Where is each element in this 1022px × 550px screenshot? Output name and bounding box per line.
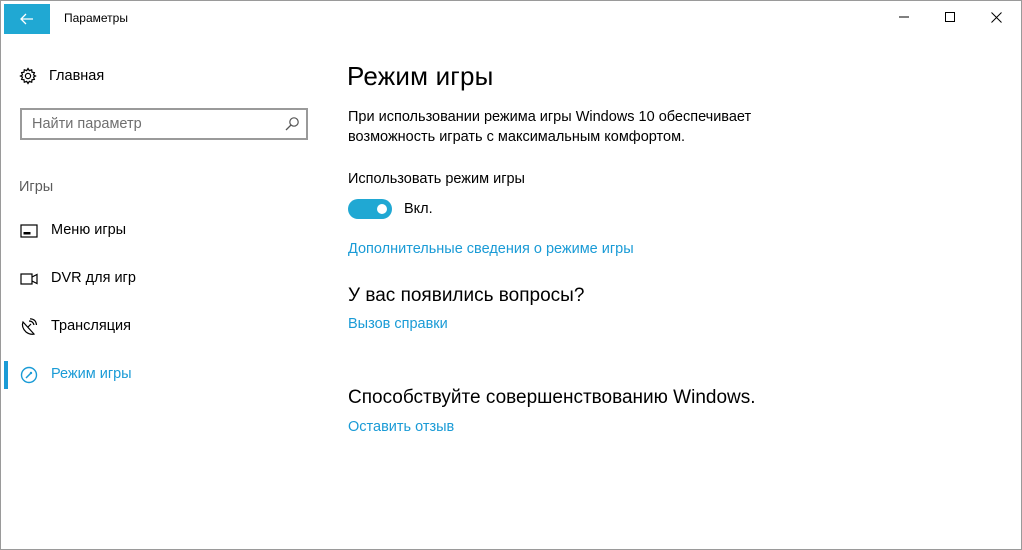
maximize-icon <box>945 12 955 22</box>
game-mode-icon <box>20 366 38 384</box>
back-arrow-icon <box>20 13 33 25</box>
sidebar-item-game-bar[interactable]: Меню игры <box>1 211 323 251</box>
settings-window: Параметры Главная Найти параметр Игры Ме… <box>0 0 1022 550</box>
section-label: Игры <box>19 179 54 195</box>
main-content: Режим игры При использовании режима игры… <box>323 33 1021 549</box>
search-input[interactable]: Найти параметр <box>20 108 308 140</box>
give-feedback-link[interactable]: Оставить отзыв <box>348 419 454 435</box>
broadcast-icon <box>21 318 38 335</box>
sidebar-item-label: Меню игры <box>51 222 127 238</box>
close-button[interactable] <box>973 1 1019 33</box>
game-mode-toggle-label: Использовать режим игры <box>348 171 525 187</box>
page-title: Режим игры <box>347 61 494 91</box>
sidebar-item-broadcast[interactable]: Трансляция <box>1 307 323 347</box>
toggle-state-text: Вкл. <box>404 201 433 217</box>
active-indicator <box>4 361 8 389</box>
sidebar: Главная Найти параметр Игры Меню игры DV… <box>1 33 323 549</box>
sidebar-item-label: Трансляция <box>51 318 131 334</box>
close-icon <box>990 11 1002 23</box>
sidebar-item-dvr[interactable]: DVR для игр <box>1 259 323 299</box>
sidebar-item-label: DVR для игр <box>51 270 136 286</box>
sidebar-item-home-label: Главная <box>49 68 105 84</box>
game-mode-toggle[interactable] <box>348 199 392 219</box>
search-icon[interactable] <box>284 116 300 132</box>
dvr-icon <box>20 273 38 285</box>
gear-icon <box>19 67 37 85</box>
window-title: Параметры <box>64 11 128 25</box>
maximize-button[interactable] <box>927 1 973 33</box>
improve-windows-heading: Способствуйте совершенствованию Windows. <box>348 387 756 408</box>
sidebar-item-label: Режим игры <box>51 366 132 382</box>
questions-heading: У вас появились вопросы? <box>348 285 585 306</box>
sidebar-item-home[interactable]: Главная <box>19 65 104 87</box>
back-button[interactable] <box>4 4 50 34</box>
game-bar-icon <box>20 224 38 238</box>
get-help-link[interactable]: Вызов справки <box>348 316 448 332</box>
toggle-knob <box>377 204 387 214</box>
minimize-icon <box>899 16 909 18</box>
minimize-button[interactable] <box>881 1 927 33</box>
search-placeholder: Найти параметр <box>32 116 142 132</box>
more-info-link[interactable]: Дополнительные сведения о режиме игры <box>348 241 634 257</box>
page-description: При использовании режима игры Windows 10… <box>348 109 752 145</box>
title-bar: Параметры <box>1 1 1021 34</box>
sidebar-item-game-mode[interactable]: Режим игры <box>1 355 323 395</box>
